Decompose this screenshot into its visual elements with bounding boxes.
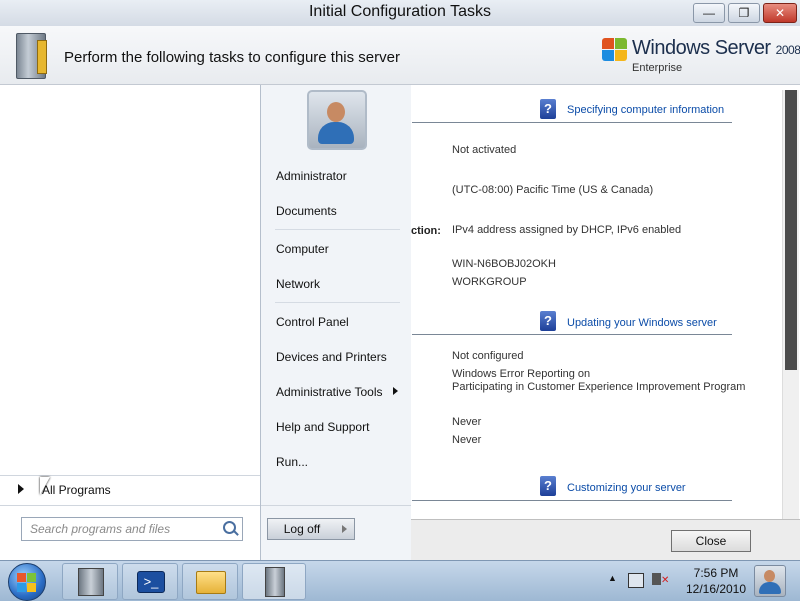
clock[interactable]: 7:56 PM 12/16/2010 (680, 565, 752, 597)
shutdown-options-button[interactable] (336, 518, 355, 540)
taskbar: >_ ▲ ✕ 7:56 PM 12/16/2010 (0, 560, 800, 601)
last-install-value: Never (452, 434, 482, 446)
help-icon[interactable]: ? (540, 476, 556, 496)
network-icon[interactable] (628, 573, 644, 588)
logoff-area: Log off (261, 505, 411, 561)
workgroup-value: WORKGROUP (452, 276, 527, 288)
vertical-scrollbar[interactable] (782, 90, 799, 519)
error-reporting-value: Windows Error Reporting on (452, 368, 591, 380)
mouse-cursor-icon (40, 477, 50, 495)
start-menu-places-pane: Administrator Documents Computer Network… (261, 85, 411, 561)
server-manager-taskbar-button[interactable] (62, 563, 118, 600)
menu-item-run[interactable]: Run... (276, 455, 308, 469)
close-button[interactable]: Close (671, 530, 751, 552)
server-icon (16, 33, 47, 79)
search-input[interactable]: Search programs and files (21, 517, 243, 541)
section-divider (412, 122, 732, 123)
menu-item-documents[interactable]: Documents (276, 204, 337, 218)
start-menu: All Programs Search programs and files A… (0, 85, 411, 561)
activation-value: Not activated (452, 144, 517, 156)
section-divider (412, 500, 732, 501)
network-label: ction: (411, 225, 441, 237)
start-button[interactable] (8, 563, 46, 601)
user-avatar[interactable] (307, 90, 367, 150)
menu-item-administrator[interactable]: Administrator (276, 169, 347, 183)
muted-icon: ✕ (661, 575, 670, 586)
clock-time: 7:56 PM (693, 566, 739, 580)
search-icon[interactable] (223, 521, 236, 534)
section-customizing[interactable]: Customizing your server (567, 482, 686, 494)
expand-arrow-icon (18, 484, 24, 494)
section-divider (412, 334, 732, 335)
system-tray: ▲ ✕ 7:56 PM 12/16/2010 (600, 561, 800, 601)
last-check-value: Never (452, 416, 482, 428)
maximize-button[interactable]: ❐ (728, 3, 760, 23)
divider (275, 229, 400, 230)
windows-flag-icon (602, 38, 628, 62)
windows-server-logo: Windows Server 2008 R2 Enterprise (602, 36, 800, 80)
menu-item-control-panel[interactable]: Control Panel (276, 315, 349, 329)
network-value: IPv4 address assigned by DHCP, IPv6 enab… (452, 224, 682, 236)
help-icon[interactable]: ? (540, 311, 556, 331)
menu-item-devices-printers[interactable]: Devices and Printers (276, 350, 387, 364)
window-title: Initial Configuration Tasks (308, 3, 492, 20)
start-menu-programs-pane: All Programs Search programs and files (0, 85, 261, 560)
menu-item-administrative-tools[interactable]: Administrative Tools (276, 385, 383, 399)
window-titlebar: Initial Configuration Tasks — ❐ ✕ (0, 0, 800, 27)
divider (275, 302, 400, 303)
server-manager-icon (78, 568, 104, 596)
initial-configuration-icon (265, 567, 285, 597)
logoff-button[interactable]: Log off (267, 518, 337, 540)
show-hidden-icons-button[interactable]: ▲ (608, 573, 617, 583)
search-placeholder: Search programs and files (30, 522, 171, 536)
ceip-value: Participating in Customer Experience Imp… (452, 381, 746, 393)
powershell-icon: >_ (137, 571, 165, 593)
scrollbar-thumb[interactable] (785, 90, 797, 370)
window-close-button[interactable]: ✕ (763, 3, 797, 23)
folder-icon (196, 571, 226, 594)
section-computer-info[interactable]: Specifying computer information (567, 104, 724, 116)
menu-item-network[interactable]: Network (276, 277, 320, 291)
volume-icon[interactable] (652, 573, 661, 585)
clock-date: 12/16/2010 (685, 582, 747, 596)
powershell-taskbar-button[interactable]: >_ (122, 563, 178, 600)
divider (0, 505, 260, 506)
updates-value: Not configured (452, 350, 524, 362)
explorer-taskbar-button[interactable] (182, 563, 238, 600)
help-icon[interactable]: ? (540, 99, 556, 119)
minimize-button[interactable]: — (693, 3, 725, 23)
menu-item-help-support[interactable]: Help and Support (276, 420, 369, 434)
timezone-value: (UTC-08:00) Pacific Time (US & Canada) (452, 184, 654, 196)
menu-item-computer[interactable]: Computer (276, 242, 329, 256)
computer-name-value: WIN-N6BOBJ02OKH (452, 258, 556, 270)
divider (0, 475, 260, 476)
brand-name: Windows Server 2008 R2 (632, 37, 800, 59)
section-updating[interactable]: Updating your Windows server (567, 317, 717, 329)
header-banner: Perform the following tasks to configure… (0, 26, 800, 85)
brand-edition: Enterprise (632, 62, 683, 74)
submenu-arrow-icon (393, 387, 398, 395)
initial-config-taskbar-button[interactable] (242, 563, 306, 600)
page-heading: Perform the following tasks to configure… (64, 49, 400, 66)
user-tray-icon[interactable] (754, 565, 786, 597)
all-programs-link[interactable]: All Programs (18, 483, 111, 497)
